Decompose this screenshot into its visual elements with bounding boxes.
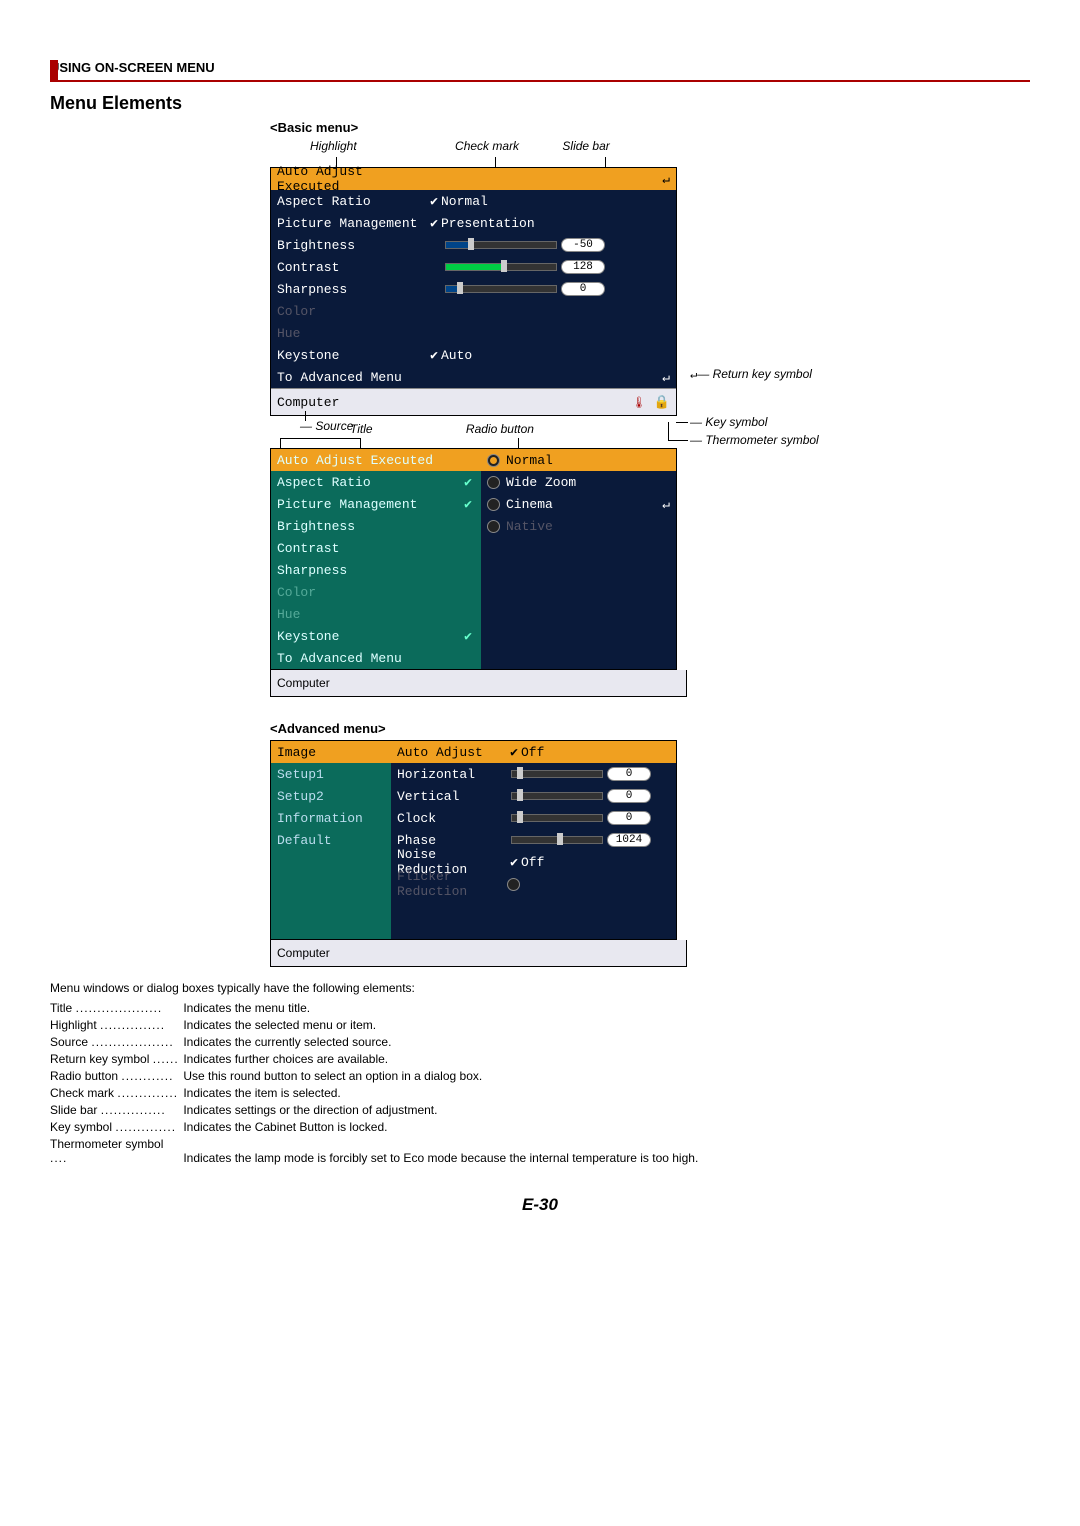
menu-row[interactable]: Picture Management✔Presentation	[271, 212, 676, 234]
menu-tab[interactable]: Default	[271, 829, 391, 851]
advanced-menu: ImageSetup1Setup2InformationDefault Auto…	[270, 740, 677, 940]
menu-row[interactable]: Keystone✔	[271, 625, 481, 647]
glossary-item: Check mark .............. Indicates the …	[50, 1086, 1030, 1100]
menu-row[interactable]: Sharpness0	[271, 278, 676, 300]
menu-row[interactable]: Auto Adjust Executed↵	[271, 168, 676, 190]
menu-row[interactable]: Auto Adjust Executed	[271, 449, 481, 471]
glossary-item: Highlight ............... Indicates the …	[50, 1018, 1030, 1032]
menu-row[interactable]: Brightness	[271, 515, 481, 537]
glossary-item: Thermometer symbol .... Indicates the la…	[50, 1137, 1030, 1165]
menu-row[interactable]: Color	[271, 581, 481, 603]
corner-marker	[50, 60, 58, 80]
page-title: Menu Elements	[50, 93, 1030, 114]
glossary-list: Title .................... Indicates the…	[50, 1001, 1030, 1165]
annot-slidebar: Slide bar	[562, 139, 609, 153]
description-intro: Menu windows or dialog boxes typically h…	[50, 981, 1030, 995]
glossary-item: Title .................... Indicates the…	[50, 1001, 1030, 1015]
menu-row[interactable]: Contrast128	[271, 256, 676, 278]
basic-menu-1: Auto Adjust Executed↵Aspect Ratio✔Normal…	[270, 167, 677, 416]
menu-row[interactable]: Brightness-50	[271, 234, 676, 256]
menu-row[interactable]: Picture Management✔	[271, 493, 481, 515]
menu-row[interactable]: Color	[271, 300, 676, 322]
menu-row[interactable]: Aspect Ratio✔	[271, 471, 481, 493]
menu-row[interactable]: Hue	[271, 322, 676, 344]
annot-title: Title	[350, 422, 373, 436]
status-bar: Computer	[270, 940, 687, 967]
basic-menu-1-wrap: Auto Adjust Executed↵Aspect Ratio✔Normal…	[270, 167, 1030, 416]
annotation-row: Highlight Check mark Slide bar	[270, 139, 1030, 167]
status-bar: Computer	[270, 670, 687, 697]
menu-row[interactable]: Aspect Ratio✔Normal	[271, 190, 676, 212]
basic-menu-2: Auto Adjust ExecutedAspect Ratio✔Picture…	[270, 448, 677, 670]
glossary-item: Radio button ............ Use this round…	[50, 1069, 1030, 1083]
annot-highlight: Highlight	[310, 139, 357, 153]
glossary-item: Return key symbol ...... Indicates furth…	[50, 1052, 1030, 1066]
page-header: USING ON-SCREEN MENU	[50, 60, 1030, 75]
leader-line	[305, 411, 306, 421]
menu-row[interactable]: Hue	[271, 603, 481, 625]
advanced-menu-wrap: ImageSetup1Setup2InformationDefault Auto…	[270, 740, 1030, 967]
radio-option[interactable]: Normal	[481, 449, 676, 471]
menu-row[interactable]: Keystone✔Auto	[271, 344, 676, 366]
menu-tab[interactable]: Information	[271, 807, 391, 829]
annot-radio: Radio button	[466, 422, 534, 436]
glossary-item: Key symbol .............. Indicates the …	[50, 1120, 1030, 1134]
menu-tab[interactable]: Image	[271, 741, 391, 763]
annotation-row-2: Title Radio button	[270, 422, 1030, 448]
menu-row[interactable]: Auto Adjust✔Off	[391, 741, 676, 763]
leader-line	[280, 438, 360, 439]
page-number: E-30	[50, 1195, 1030, 1215]
menu-row[interactable]: Contrast	[271, 537, 481, 559]
menu-row[interactable]: Vertical0	[391, 785, 676, 807]
basic-menu-2-wrap: Auto Adjust ExecutedAspect Ratio✔Picture…	[270, 448, 1030, 697]
menu-row[interactable]: Flicker Reduction	[391, 873, 676, 895]
menu-row[interactable]: Clock0	[391, 807, 676, 829]
menu-tab[interactable]: Setup2	[271, 785, 391, 807]
menu-row[interactable]: To Advanced Menu↵	[271, 366, 676, 388]
annot-return: ↵— Return key symbol	[690, 367, 812, 381]
menu-row[interactable]: To Advanced Menu	[271, 647, 481, 669]
radio-option[interactable]: Native	[481, 515, 676, 537]
advanced-menu-label: <Advanced menu>	[270, 721, 1030, 736]
glossary-item: Source ................... Indicates the…	[50, 1035, 1030, 1049]
radio-option[interactable]: Cinema↵	[481, 493, 676, 515]
status-bar: Computer🌡 🔒	[271, 388, 676, 415]
glossary-item: Slide bar ............... Indicates sett…	[50, 1103, 1030, 1117]
menu-row[interactable]: Horizontal0	[391, 763, 676, 785]
basic-menu-label: <Basic menu>	[270, 120, 1030, 135]
radio-option[interactable]: Wide Zoom	[481, 471, 676, 493]
annot-checkmark: Check mark	[455, 139, 519, 153]
menu-tab[interactable]: Setup1	[271, 763, 391, 785]
menu-row[interactable]: Sharpness	[271, 559, 481, 581]
header-rule	[50, 80, 1030, 82]
